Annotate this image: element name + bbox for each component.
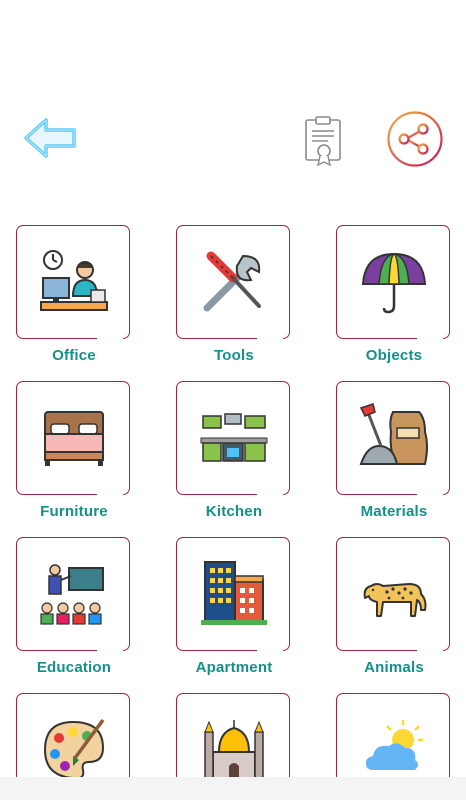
arrow-left-icon bbox=[24, 118, 76, 158]
bottom-bar bbox=[0, 777, 466, 800]
category-weather[interactable] bbox=[336, 693, 452, 777]
bed-icon bbox=[44, 411, 104, 466]
category-label: Animals bbox=[364, 659, 424, 676]
mosque-icon bbox=[204, 720, 264, 777]
category-label: Materials bbox=[360, 503, 428, 520]
category-label: Kitchen bbox=[205, 503, 263, 520]
leopard-icon bbox=[363, 583, 427, 617]
category-materials[interactable]: Materials bbox=[336, 381, 452, 520]
umbrella-icon bbox=[361, 252, 427, 314]
category-office[interactable]: Office bbox=[16, 225, 132, 364]
share-button[interactable] bbox=[386, 110, 444, 168]
category-card bbox=[176, 225, 290, 341]
certificate-button[interactable] bbox=[303, 114, 345, 168]
category-card bbox=[336, 537, 450, 653]
category-card bbox=[336, 381, 450, 497]
category-grid: Office Tools Objects Furniture Kitchen M… bbox=[0, 225, 466, 777]
tools-icon bbox=[203, 251, 261, 312]
category-card bbox=[176, 693, 290, 777]
weather-icon bbox=[365, 720, 423, 770]
certificate-icon bbox=[305, 116, 341, 167]
office-worker-icon bbox=[40, 250, 108, 311]
share-icon bbox=[387, 111, 443, 167]
category-apartment[interactable]: Apartment bbox=[176, 537, 292, 676]
category-animals[interactable]: Animals bbox=[336, 537, 452, 676]
category-label: Office bbox=[52, 347, 96, 364]
category-furniture[interactable]: Furniture bbox=[16, 381, 132, 520]
category-kitchen[interactable]: Kitchen bbox=[176, 381, 292, 520]
classroom-icon bbox=[40, 564, 104, 625]
category-label: Objects bbox=[365, 347, 423, 364]
back-button[interactable] bbox=[22, 112, 80, 164]
category-label: Furniture bbox=[40, 503, 108, 520]
apartment-icon bbox=[201, 561, 267, 625]
category-card bbox=[16, 693, 130, 777]
category-card bbox=[16, 537, 130, 653]
category-card bbox=[176, 381, 290, 497]
category-card bbox=[336, 225, 450, 341]
category-art[interactable] bbox=[16, 693, 132, 777]
category-education[interactable]: Education bbox=[16, 537, 132, 676]
category-card bbox=[16, 225, 130, 341]
category-objects[interactable]: Objects bbox=[336, 225, 452, 364]
top-bar bbox=[0, 0, 466, 200]
category-card bbox=[176, 537, 290, 653]
palette-icon bbox=[43, 718, 105, 777]
category-label: Tools bbox=[214, 347, 254, 364]
category-label: Apartment bbox=[195, 659, 273, 676]
materials-icon bbox=[359, 403, 428, 465]
category-religion[interactable] bbox=[176, 693, 292, 777]
category-label: Education bbox=[36, 659, 112, 676]
kitchen-icon bbox=[200, 413, 268, 462]
category-tools[interactable]: Tools bbox=[176, 225, 292, 364]
category-card bbox=[16, 381, 130, 497]
category-card bbox=[336, 693, 450, 777]
